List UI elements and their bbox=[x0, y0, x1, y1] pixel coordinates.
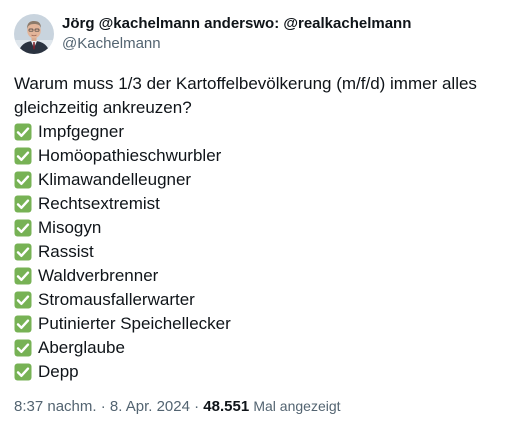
list-item-label: Rechtsextremist bbox=[38, 194, 160, 213]
list-item: Depp bbox=[14, 360, 504, 384]
list-item: Aberglaube bbox=[14, 336, 504, 360]
list-item-label: Rassist bbox=[38, 242, 94, 261]
author-names: Jörg @kachelmann anderswo: @realkachelma… bbox=[62, 14, 411, 54]
list-item-label: Waldverbrenner bbox=[38, 266, 159, 285]
list-item: Klimawandelleugner bbox=[14, 168, 504, 192]
list-item-label: Putinierter Speichellecker bbox=[38, 314, 231, 333]
list-item-label: Homöopathieschwurbler bbox=[38, 146, 222, 165]
check-mark-button-icon bbox=[14, 219, 32, 237]
tweet: Jörg @kachelmann anderswo: @realkachelma… bbox=[0, 0, 512, 428]
list-item-label: Impfgegner bbox=[38, 122, 124, 141]
list-item: Putinierter Speichellecker bbox=[14, 312, 504, 336]
list-item-label: Klimawandelleugner bbox=[38, 170, 192, 189]
check-mark-button-icon bbox=[14, 291, 32, 309]
tweet-text: Warum muss 1/3 der Kartoffelbevölkerung … bbox=[14, 72, 504, 384]
author-handle[interactable]: @Kachelmann bbox=[62, 34, 411, 54]
list-item: Misogyn bbox=[14, 216, 504, 240]
check-mark-button-icon bbox=[14, 123, 32, 141]
tweet-meta: 8:37 nachm. · 8. Apr. 2024 · 48.551 Mal … bbox=[14, 396, 341, 417]
views-label: Mal angezeigt bbox=[253, 398, 341, 414]
tweet-intro: Warum muss 1/3 der Kartoffelbevölkerung … bbox=[14, 74, 477, 117]
check-mark-button-icon bbox=[14, 147, 32, 165]
list-item-label: Stromausfallerwarter bbox=[38, 290, 195, 309]
list-item: Stromausfallerwarter bbox=[14, 288, 504, 312]
check-mark-button-icon bbox=[14, 195, 32, 213]
tweet-header: Jörg @kachelmann anderswo: @realkachelma… bbox=[14, 12, 411, 56]
list-item-label: Aberglaube bbox=[38, 338, 125, 357]
list-item: Impfgegner bbox=[14, 120, 504, 144]
meta-separator: · bbox=[194, 398, 200, 415]
list-item: Waldverbrenner bbox=[14, 264, 504, 288]
list-item-label: Misogyn bbox=[38, 218, 102, 237]
check-mark-button-icon bbox=[14, 267, 32, 285]
list-item: Rechtsextremist bbox=[14, 192, 504, 216]
check-mark-button-icon bbox=[14, 315, 32, 333]
timestamp[interactable]: 8:37 nachm. · 8. Apr. 2024 bbox=[14, 398, 190, 415]
check-mark-button-icon bbox=[14, 171, 32, 189]
views-count: 48.551 bbox=[203, 398, 250, 415]
list-item: Homöopathieschwurbler bbox=[14, 144, 504, 168]
list-item-label: Depp bbox=[38, 362, 79, 381]
avatar[interactable] bbox=[14, 14, 54, 54]
check-mark-button-icon bbox=[14, 363, 32, 381]
check-list: Impfgegner Homöopathieschwurbler Klimawand… bbox=[14, 120, 504, 384]
check-mark-button-icon bbox=[14, 243, 32, 261]
check-mark-button-icon bbox=[14, 339, 32, 357]
list-item: Rassist bbox=[14, 240, 504, 264]
author-display-name[interactable]: Jörg @kachelmann anderswo: @realkachelma… bbox=[62, 14, 411, 34]
